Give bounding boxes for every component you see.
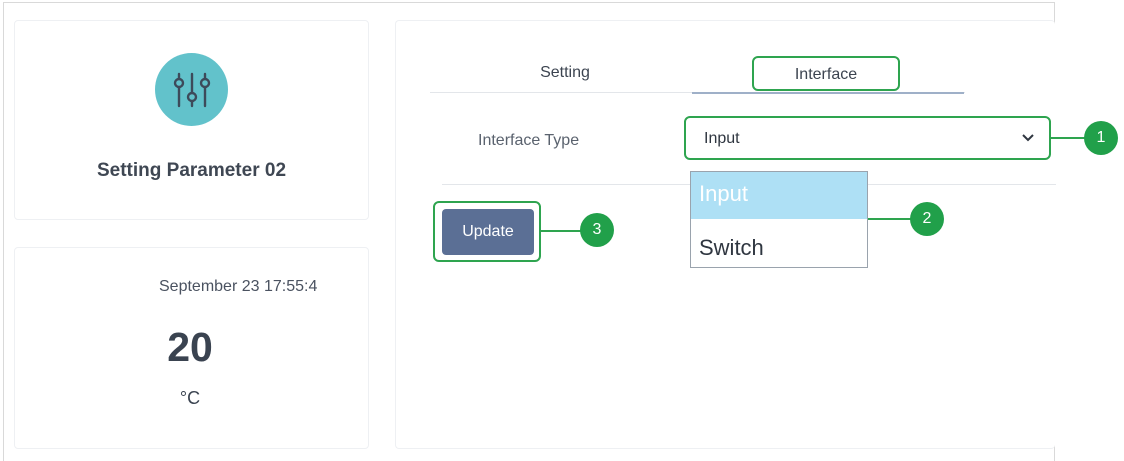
device-title: Setting Parameter 02 [96,160,287,181]
option-input[interactable]: Input [691,172,867,219]
callout-badge-1: 1 [1084,121,1118,155]
callout-line-3 [541,230,581,232]
update-button[interactable]: Update [442,209,534,255]
callout-badge-2: 2 [910,202,944,236]
reading-datetime: September 23 17:55:4 [159,278,318,295]
interface-type-select[interactable]: Input [684,116,1051,160]
callout-badge-3: 3 [580,213,614,247]
interface-type-value: Input [704,130,740,147]
option-switch[interactable]: Switch [691,230,867,266]
callout-line-1 [1051,137,1085,139]
tab-setting[interactable]: Setting [505,64,625,82]
callout-line-2 [868,218,912,220]
temperature-unit: °C [179,388,201,408]
tab-active-indicator [692,92,964,94]
interface-type-label: Interface Type [478,132,580,149]
sliders-icon [155,53,228,126]
tab-interface[interactable]: Interface [752,56,900,91]
chevron-down-icon [1022,134,1034,142]
temperature-value: 20 [167,324,213,370]
interface-type-dropdown: Input Switch [690,171,868,268]
